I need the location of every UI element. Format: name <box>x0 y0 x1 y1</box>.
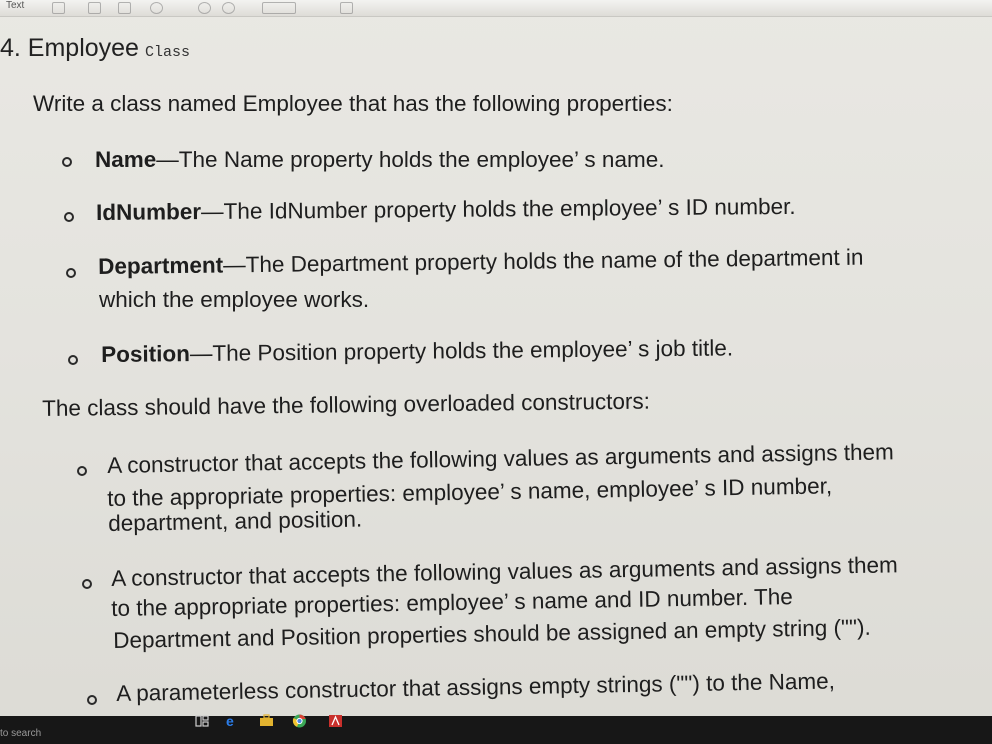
bullet-icon <box>77 466 87 476</box>
heading-title: 4. Employee <box>0 34 139 62</box>
task-view-icon[interactable] <box>195 714 210 728</box>
property-desc: —The Position property holds the employe… <box>189 335 734 367</box>
constructors-intro: The class should have the following over… <box>42 388 651 421</box>
bullet-icon <box>87 695 97 705</box>
store-icon[interactable] <box>259 714 274 728</box>
constructor-line: department, and position. <box>108 506 363 536</box>
property-desc: —The IdNumber property holds the employe… <box>201 193 796 225</box>
toolbar-label: Text <box>6 0 25 11</box>
section-heading: 4. Employee Class <box>0 34 190 63</box>
property-desc-continued: which the employee works. <box>99 287 370 312</box>
chrome-icon[interactable] <box>292 714 307 728</box>
constructor-line: to the appropriate properties: employee’… <box>107 473 833 511</box>
rotate-icon[interactable] <box>198 2 211 14</box>
property-item: Position—The Position property holds the… <box>101 335 733 368</box>
property-name: Name <box>95 147 157 172</box>
taskbar <box>0 716 992 744</box>
comment-icon[interactable] <box>340 2 353 14</box>
page-indicator-icon[interactable] <box>262 2 296 14</box>
search-icon[interactable] <box>150 2 163 14</box>
edge-icon[interactable]: e <box>225 713 240 729</box>
bullet-icon <box>82 579 92 589</box>
intro-text: Write a class named Employee that has th… <box>33 91 673 116</box>
bullet-icon <box>68 355 78 365</box>
toolbar: Text <box>0 0 992 17</box>
heading-class-word: Class <box>144 44 190 61</box>
constructor-line: A constructor that accepts the following… <box>107 439 895 478</box>
property-item: Name—The Name property holds the employe… <box>95 147 664 173</box>
property-desc: —The Name property holds the employee’ s… <box>156 147 665 172</box>
print-icon[interactable] <box>88 2 101 14</box>
bullet-icon <box>64 212 74 222</box>
image-icon[interactable] <box>118 2 131 14</box>
acrobat-icon[interactable] <box>328 714 343 728</box>
taskbar-search[interactable]: to search <box>0 728 41 739</box>
constructor-line: Department and Position properties shoul… <box>113 614 871 653</box>
property-item: IdNumber—The IdNumber property holds the… <box>96 194 796 226</box>
bullet-icon <box>66 268 76 278</box>
refresh-icon[interactable] <box>222 2 235 14</box>
property-name: IdNumber <box>96 199 202 225</box>
property-desc: —The Department property holds the name … <box>223 244 864 278</box>
save-icon[interactable] <box>52 2 65 14</box>
property-item: Department—The Department property holds… <box>98 245 864 280</box>
property-name: Position <box>101 341 191 367</box>
pen-icon[interactable] <box>370 2 381 12</box>
constructor-line: A parameterless constructor that assigns… <box>116 668 836 706</box>
svg-text:e: e <box>226 714 234 728</box>
bullet-icon <box>62 157 72 167</box>
property-name: Department <box>98 252 224 279</box>
